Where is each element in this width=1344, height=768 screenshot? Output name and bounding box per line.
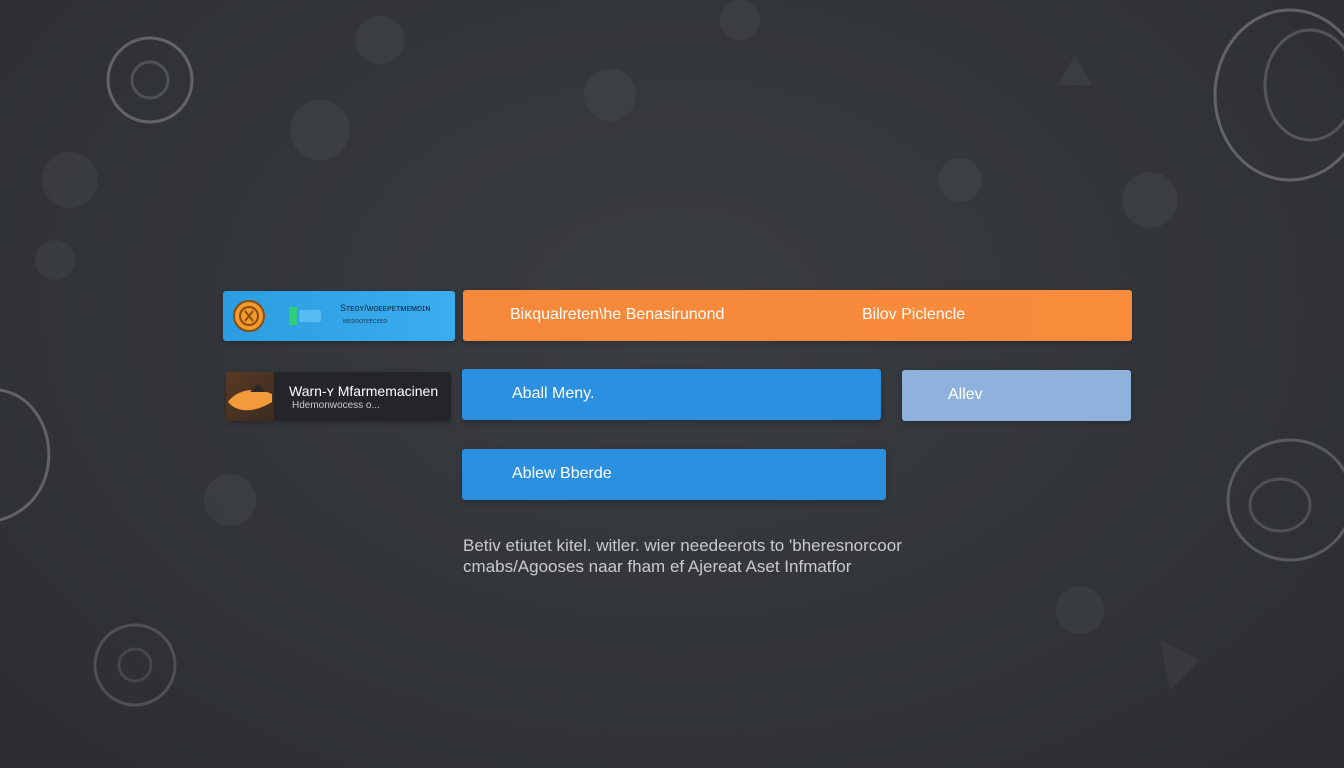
warning-card[interactable]: Warn-ʏ Mfarmemacinen Hdemonwocess o... [226,372,451,421]
description-line-1: Betiv etiutet kitel. witler. wier needee… [463,536,902,555]
wallet-card-title: Sᴛᴇᴏʏ/ᴡᴏᴇᴇᴘᴇᴛᴍᴇᴍᴏɪɴ [340,303,431,313]
blue-menu-button[interactable]: Aball Meny. [462,369,881,420]
orange-button-left-label: Biᴋqualreten\he Benasirunond [510,306,725,323]
primary-orange-button[interactable]: Biᴋqualreten\he Benasirunond Bilov Picle… [463,290,1132,341]
coin-icon [233,300,265,332]
description-text: Betiv etiutet kitel. witler. wier needee… [463,535,983,577]
orange-button-right-label: Bilov Piclencle [862,306,966,323]
light-blue-button[interactable]: Allev [902,370,1131,421]
warning-card-title: Warn-ʏ Mfarmemacinen [289,383,439,399]
warning-thumbnail-icon [228,384,272,411]
warning-card-subtitle: Hdemonwocess o... [292,400,380,411]
wallet-card-subtitle: ᴍᴇᴅᴏᴏᴛᴇᴇᴄᴇᴇᴏ [343,318,388,325]
blue-menu-button-label: Aball Meny. [512,385,595,402]
blue-secondary-button-label: Ablew Bberde [512,465,612,482]
warning-thumbnail [226,372,274,421]
card-chip-icon [289,307,321,325]
description-line-2: cmabs/Agooses naar fham ef Ajereat Aset … [463,557,852,576]
wallet-card[interactable]: Sᴛᴇᴏʏ/ᴡᴏᴇᴇᴘᴇᴛᴍᴇᴍᴏɪɴ ᴍᴇᴅᴏᴏᴛᴇᴇᴄᴇᴇᴏ [223,291,455,341]
light-blue-button-label: Allev [948,386,983,403]
blue-secondary-button[interactable]: Ablew Bberde [462,449,886,500]
